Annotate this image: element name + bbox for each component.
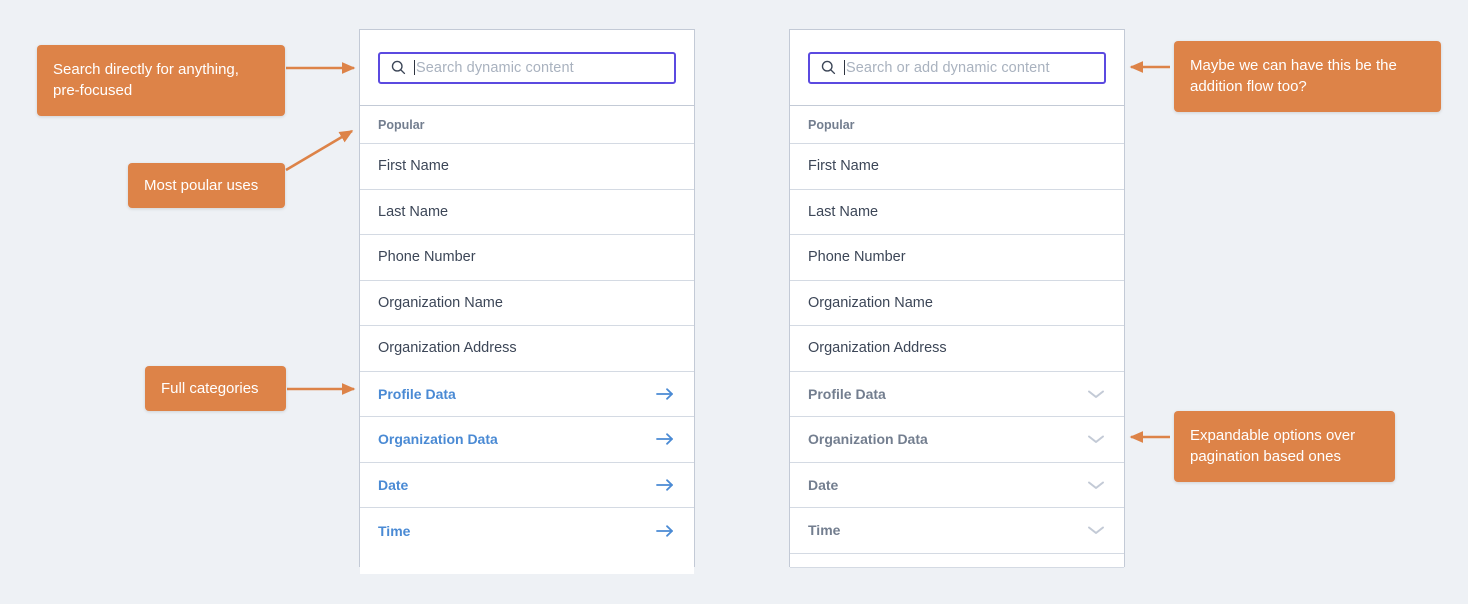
connector-popular (285, 129, 354, 172)
annotation-note-expandable: Expandable options over pagination based… (1174, 411, 1395, 482)
annotation-note-addition: Maybe we can have this be the addition f… (1174, 41, 1441, 112)
annotation-note-popular: Most poular uses (128, 163, 285, 209)
annotated-mockup-canvas: Search dynamic content Popular First Nam… (0, 0, 1468, 604)
annotation-note-search: Search directly for anything, pre-focuse… (37, 45, 285, 116)
annotation-note-categories: Full categories (145, 366, 286, 412)
